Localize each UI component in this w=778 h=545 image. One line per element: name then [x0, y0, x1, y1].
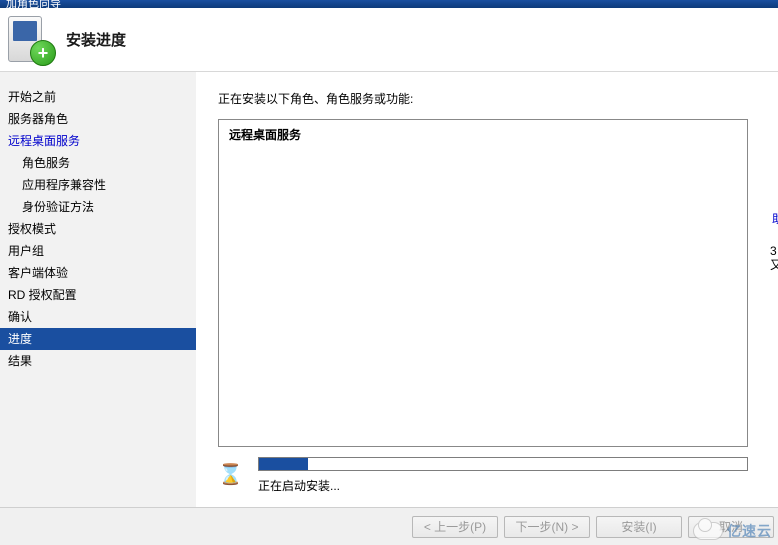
install-button[interactable]: 安装(I): [596, 516, 682, 538]
sidebar-item-12[interactable]: 结果: [0, 350, 196, 372]
truncated-edge-text: 3又: [770, 244, 778, 272]
hourglass-icon: [218, 464, 242, 488]
sidebar-item-10[interactable]: 确认: [0, 306, 196, 328]
main-panel: 正在安装以下角色、角色服务或功能: 远程桌面服务 正在启动安装...: [196, 72, 778, 507]
sidebar-item-8[interactable]: 客户端体验: [0, 262, 196, 284]
sidebar-item-11[interactable]: 进度: [0, 328, 196, 350]
sidebar-item-6[interactable]: 授权模式: [0, 218, 196, 240]
add-role-server-icon: +: [6, 16, 52, 64]
wizard-body: 开始之前服务器角色远程桌面服务角色服务应用程序兼容性身份验证方法授权模式用户组客…: [0, 72, 778, 507]
sidebar-item-9[interactable]: RD 授权配置: [0, 284, 196, 306]
page-title: 安装进度: [66, 29, 126, 50]
truncated-edge-link: 助: [772, 212, 778, 226]
sidebar-item-3[interactable]: 角色服务: [0, 152, 196, 174]
wizard-footer: < 上一步(P) 下一步(N) > 安装(I) 取消 亿速云: [0, 507, 778, 545]
window-titlebar: 加角色向导: [0, 0, 778, 8]
plus-badge-icon: +: [30, 40, 56, 66]
sidebar-item-5[interactable]: 身份验证方法: [0, 196, 196, 218]
sidebar: 开始之前服务器角色远程桌面服务角色服务应用程序兼容性身份验证方法授权模式用户组客…: [0, 72, 196, 507]
role-title: 远程桌面服务: [219, 120, 747, 149]
role-list-box: 远程桌面服务: [218, 119, 748, 447]
sidebar-item-4[interactable]: 应用程序兼容性: [0, 174, 196, 196]
wizard-header: + 安装进度: [0, 8, 778, 72]
sidebar-item-2[interactable]: 远程桌面服务: [0, 130, 196, 152]
progress-status-text: 正在启动安装...: [258, 477, 748, 494]
progress-fill: [259, 458, 308, 470]
sidebar-item-1[interactable]: 服务器角色: [0, 108, 196, 130]
progress-bar: [258, 457, 748, 471]
cancel-button[interactable]: 取消: [688, 516, 774, 538]
installing-label: 正在安装以下角色、角色服务或功能:: [218, 90, 748, 107]
sidebar-item-7[interactable]: 用户组: [0, 240, 196, 262]
sidebar-item-0[interactable]: 开始之前: [0, 86, 196, 108]
window-title: 加角色向导: [6, 0, 61, 8]
next-button[interactable]: 下一步(N) >: [504, 516, 590, 538]
progress-area: 正在启动安装...: [218, 457, 748, 494]
prev-button[interactable]: < 上一步(P): [412, 516, 498, 538]
